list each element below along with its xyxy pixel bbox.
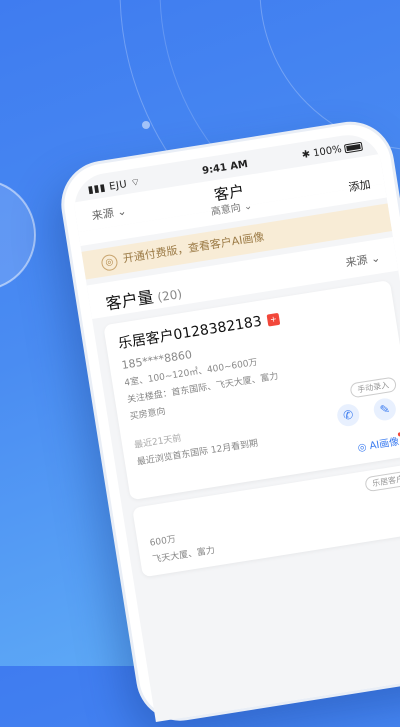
ai-profile-label: AI画像 bbox=[368, 436, 400, 453]
phone-icon[interactable]: ✆ bbox=[335, 402, 361, 428]
source-pill: 乐居客户 bbox=[364, 470, 400, 493]
add-button[interactable]: 添加 bbox=[347, 176, 372, 195]
chevron-down-icon: ⌄ bbox=[369, 251, 382, 266]
chevron-down-icon: ⌄ bbox=[243, 200, 254, 213]
battery-label: 100% bbox=[312, 144, 343, 160]
customer-card[interactable]: 乐居客户0128382183 + 185****8860 4室、100~120㎡、… bbox=[103, 280, 400, 501]
bluetooth-icon: ✱ bbox=[301, 148, 312, 162]
customer-tag: + bbox=[266, 312, 281, 327]
battery-icon bbox=[343, 141, 363, 153]
customer-count-title: 客户量 (20) bbox=[104, 279, 183, 315]
customer-count-number: (20) bbox=[156, 286, 183, 305]
edit-icon[interactable]: ✎ bbox=[372, 396, 398, 422]
customer-count-label: 客户量 bbox=[104, 287, 155, 314]
list-source-label: 来源 bbox=[344, 253, 369, 270]
list-source-filter[interactable]: 来源 ⌄ bbox=[344, 249, 381, 270]
ai-icon: ◎ bbox=[100, 253, 119, 272]
